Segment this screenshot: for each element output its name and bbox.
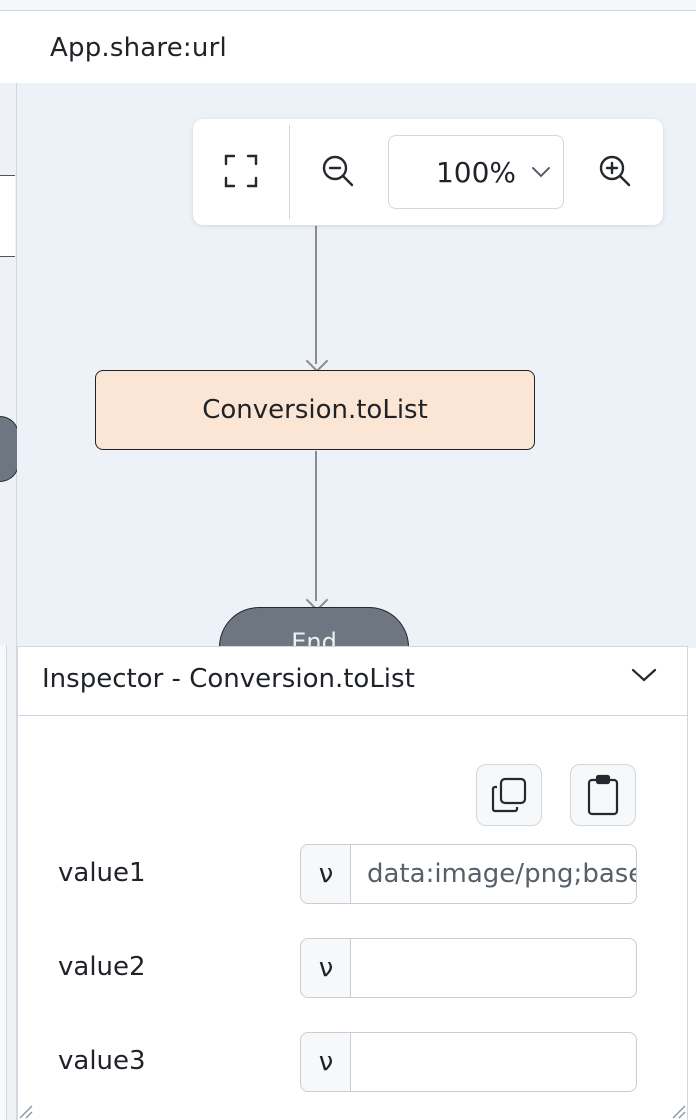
zoom-in-button[interactable] xyxy=(585,139,645,203)
value1-input[interactable] xyxy=(350,844,637,904)
zoom-out-icon xyxy=(322,155,354,187)
breadcrumb-bar: App.share:url xyxy=(0,11,696,83)
value1-type-toggle[interactable]: ν xyxy=(300,844,352,904)
inspector-header[interactable]: Inspector - Conversion.toList xyxy=(18,646,687,716)
toolbar-separator xyxy=(289,125,290,219)
fullscreen-icon xyxy=(224,154,258,188)
chevron-down-icon xyxy=(631,668,657,682)
breadcrumb: App.share:url xyxy=(50,33,227,63)
field-label-value1: value1 xyxy=(58,858,146,888)
left-panel-divider xyxy=(0,645,7,1120)
value3-input[interactable] xyxy=(350,1032,637,1092)
top-divider xyxy=(0,0,696,11)
zoom-level-value: 100% xyxy=(435,155,517,189)
value3-type-toggle[interactable]: ν xyxy=(300,1032,352,1092)
inspector-panel: Inspector - Conversion.toList value1 ν v… xyxy=(17,646,688,1120)
fullscreen-button[interactable] xyxy=(211,139,271,203)
resize-handle-icon[interactable] xyxy=(18,1104,34,1120)
zoom-out-button[interactable] xyxy=(308,139,368,203)
field-label-value3: value3 xyxy=(58,1046,146,1076)
paste-button[interactable] xyxy=(570,764,636,826)
node-label: Conversion.toList xyxy=(202,395,428,425)
inspector-title: Inspector - Conversion.toList xyxy=(42,664,415,694)
flow-canvas[interactable]: Conversion.toList End 100% xyxy=(17,83,696,648)
zoom-in-icon xyxy=(599,155,631,187)
resize-handle-icon[interactable] xyxy=(671,1104,687,1120)
zoom-toolbar: 100% xyxy=(193,119,663,225)
zoom-level-select[interactable]: 100% xyxy=(388,135,564,209)
node-end-label: End xyxy=(291,628,337,648)
value2-type-toggle[interactable]: ν xyxy=(300,938,352,998)
inspector-collapse-button[interactable] xyxy=(631,667,657,687)
edge-in-arrowhead xyxy=(305,349,329,373)
chevron-down-icon xyxy=(532,167,550,178)
left-partial-node[interactable] xyxy=(0,175,15,257)
field-label-value2: value2 xyxy=(58,952,146,982)
edge-out xyxy=(315,451,317,601)
node-conversion-tolist[interactable]: Conversion.toList xyxy=(95,370,535,450)
edge-in xyxy=(315,226,317,364)
copy-button[interactable] xyxy=(476,764,542,826)
copy-icon xyxy=(491,777,527,813)
node-end[interactable]: End xyxy=(219,607,409,648)
clipboard-icon xyxy=(587,774,619,816)
value2-input[interactable] xyxy=(350,938,637,998)
